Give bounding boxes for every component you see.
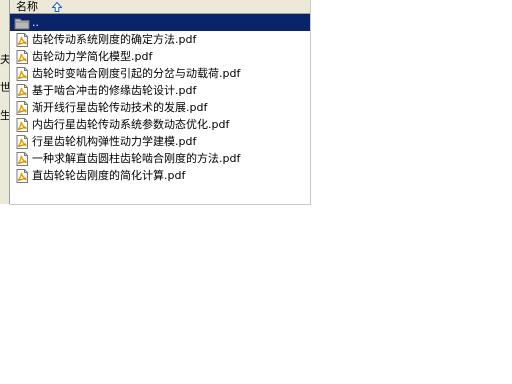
- left-pane-edge: 夫 世 生: [0, 0, 10, 204]
- left-pane-text-fragment: 生: [0, 110, 9, 122]
- file-row[interactable]: 内齿行星齿轮传动系统参数动态优化.pdf: [10, 116, 310, 133]
- file-list-view[interactable]: 名称 .. 齿轮传动系统刚度的确定方法.pdf 齿轮动力学简化模型.pdf 齿轮时变啮…: [10, 0, 311, 205]
- file-name-label: 齿轮传动系统刚度的确定方法.pdf: [32, 33, 197, 46]
- file-row[interactable]: 齿轮时变啮合刚度引起的分岔与动载荷.pdf: [10, 65, 310, 82]
- file-row[interactable]: 齿轮动力学简化模型.pdf: [10, 48, 310, 65]
- file-list: .. 齿轮传动系统刚度的确定方法.pdf 齿轮动力学简化模型.pdf 齿轮时变啮合刚度…: [10, 14, 310, 184]
- left-pane-text-fragment: 世: [0, 82, 9, 94]
- file-row[interactable]: 一种求解直齿圆柱齿轮啮合刚度的方法.pdf: [10, 150, 310, 167]
- column-header-name-label: 名称: [16, 0, 38, 13]
- file-row[interactable]: 行星齿轮机构弹性动力学建模.pdf: [10, 133, 310, 150]
- pdf-file-icon: [14, 32, 30, 48]
- file-row[interactable]: 基于啮合冲击的修缘齿轮设计.pdf: [10, 82, 310, 99]
- file-name-label: 齿轮时变啮合刚度引起的分岔与动载荷.pdf: [32, 67, 241, 80]
- file-name-label: 渐开线行星齿轮传动技术的发展.pdf: [32, 101, 208, 114]
- pdf-file-icon: [14, 151, 30, 167]
- pdf-file-icon: [14, 134, 30, 150]
- folder-up-icon: [14, 15, 30, 31]
- file-name-label: 内齿行星齿轮传动系统参数动态优化.pdf: [32, 118, 230, 131]
- file-name-label: 基于啮合冲击的修缘齿轮设计.pdf: [32, 84, 197, 97]
- pdf-file-icon: [14, 49, 30, 65]
- pdf-file-icon: [14, 66, 30, 82]
- file-row[interactable]: 齿轮传动系统刚度的确定方法.pdf: [10, 31, 310, 48]
- file-name-label: 齿轮动力学简化模型.pdf: [32, 50, 153, 63]
- pdf-file-icon: [14, 168, 30, 184]
- column-header-name[interactable]: 名称: [10, 0, 70, 13]
- pdf-file-icon: [14, 117, 30, 133]
- file-row[interactable]: ..: [10, 14, 310, 31]
- sort-ascending-icon[interactable]: [52, 1, 62, 12]
- file-name-label: 行星齿轮机构弹性动力学建模.pdf: [32, 135, 197, 148]
- file-name-label: 直齿轮轮齿刚度的简化计算.pdf: [32, 169, 186, 182]
- file-name-label: 一种求解直齿圆柱齿轮啮合刚度的方法.pdf: [32, 152, 241, 165]
- pdf-file-icon: [14, 83, 30, 99]
- column-header-bar: 名称: [10, 0, 310, 14]
- pdf-file-icon: [14, 100, 30, 116]
- left-pane-text-fragment: 夫: [0, 54, 9, 66]
- file-row[interactable]: 直齿轮轮齿刚度的简化计算.pdf: [10, 167, 310, 184]
- file-row[interactable]: 渐开线行星齿轮传动技术的发展.pdf: [10, 99, 310, 116]
- file-name-label: ..: [32, 16, 39, 29]
